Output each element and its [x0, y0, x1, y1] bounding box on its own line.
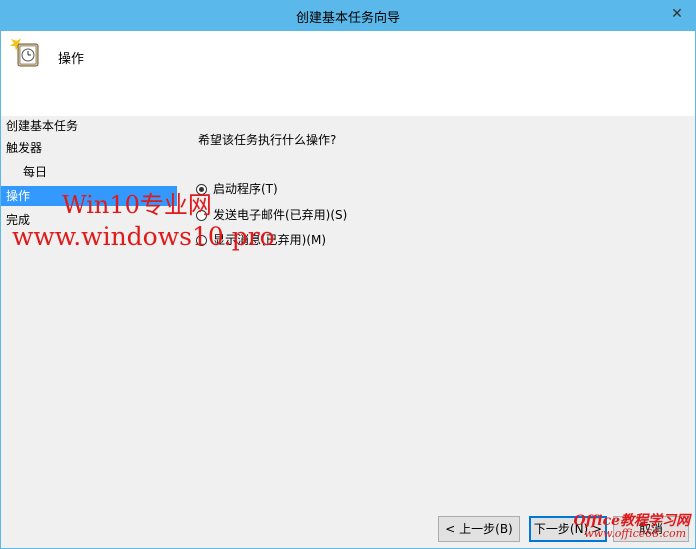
option-send-email-label: 发送电子邮件(已弃用)(S): [213, 208, 348, 222]
radio-display-message[interactable]: [196, 234, 207, 246]
option-display-message-label: 显示消息(已弃用)(M): [213, 233, 327, 247]
action-panel: 希望该任务执行什么操作? 启动程序(T) 发送电子邮件(已弃用)(S) 显示消息…: [190, 116, 695, 506]
option-start-program-label: 启动程序(T): [213, 182, 278, 196]
option-send-email[interactable]: 发送电子邮件(已弃用)(S): [196, 205, 347, 225]
wizard-header: 操作: [1, 31, 695, 116]
wizard-steps: 创建基本任务 触发器 每日 操作 完成: [1, 116, 181, 536]
next-button[interactable]: 下一步(N) >: [529, 516, 607, 542]
step-finish: 完成: [6, 213, 31, 227]
title-bar: 创建基本任务向导 ✕: [0, 0, 696, 31]
cancel-button[interactable]: 取消: [613, 516, 689, 542]
clock-task-icon: [9, 37, 41, 69]
close-button[interactable]: ✕: [666, 4, 688, 24]
step-trigger: 触发器: [6, 141, 43, 155]
step-create-basic-task: 创建基本任务: [6, 119, 79, 133]
back-button[interactable]: < 上一步(B): [438, 516, 520, 542]
option-start-program[interactable]: 启动程序(T): [196, 179, 278, 199]
window-title: 创建基本任务向导: [295, 11, 400, 26]
radio-start-program[interactable]: [196, 183, 207, 195]
action-question: 希望该任务执行什么操作?: [198, 133, 337, 147]
step-action: 操作: [1, 186, 177, 206]
radio-send-email[interactable]: [196, 209, 207, 221]
option-display-message[interactable]: 显示消息(已弃用)(M): [196, 230, 326, 250]
page-heading: 操作: [58, 52, 85, 67]
step-daily: 每日: [23, 165, 48, 179]
